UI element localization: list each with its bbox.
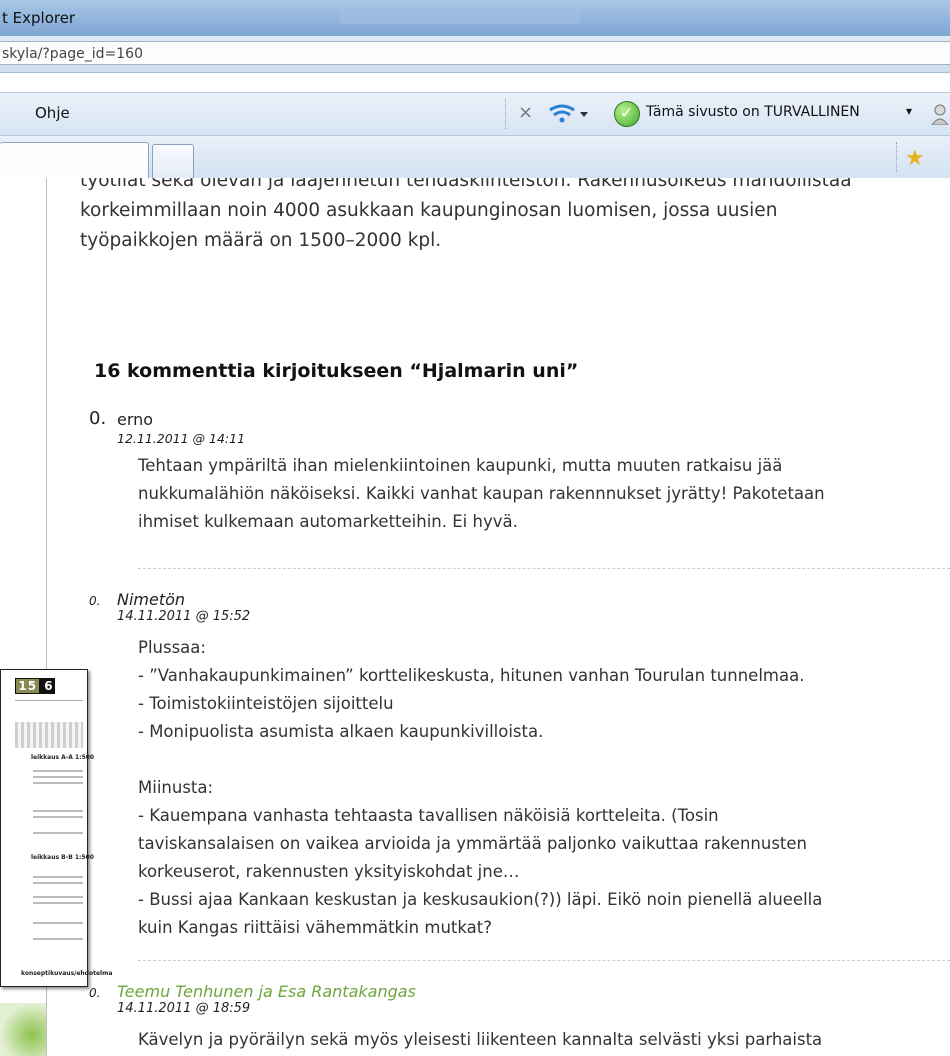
article-text: työtilat sekä olevan ja laajennetun tehd… (80, 178, 950, 256)
address-bar: skyla/?page_id=160 (0, 36, 950, 73)
comment-line: Tehtaan ympäriltä ihan mielenkiintoinen … (138, 456, 783, 475)
doc-text (33, 770, 83, 772)
comment-line: kuin Kangas riittäisi vähemmätkin mutkat… (138, 918, 492, 937)
close-icon[interactable]: × (518, 102, 533, 123)
window-title: t Explorer (2, 9, 76, 27)
article-line: työpaikkojen määrä on 1500–2000 kpl. (80, 230, 442, 251)
comment-date: 14.11.2011 @ 15:52 (117, 609, 251, 624)
article-line: työtilat sekä olevan ja laajennetun tehd… (80, 178, 852, 191)
comment-line: Kävelyn ja pyöräilyn sekä myös yleisesti… (138, 1030, 823, 1049)
comment-line: - Toimistokiinteistöjen sijoittelu (138, 694, 394, 713)
comment-line: taviskansalaisen on vaikea arvioida ja y… (138, 834, 808, 853)
menu-item-help[interactable]: Ohje (35, 104, 70, 122)
doc-section-drawing (15, 722, 83, 748)
tab-bar: ★ (0, 136, 950, 179)
doc-text (33, 832, 83, 834)
comment-line: - Monipuolista asumista alkaen kaupunkiv… (138, 722, 544, 741)
article-line: korkeimmillaan noin 4000 asukkaan kaupun… (80, 200, 778, 221)
new-tab-button[interactable] (152, 144, 194, 178)
favorites-star-icon[interactable]: ★ (905, 146, 925, 171)
comments-heading: 16 kommenttia kirjoitukseen “Hjalmarin u… (94, 360, 579, 382)
doc-text (33, 782, 83, 784)
doc-page-b: 6 (44, 679, 54, 693)
doc-label: leikkaus B-B 1:500 (31, 854, 94, 861)
comment-date: 12.11.2011 @ 14:11 (117, 431, 246, 446)
comment-body: Tehtaan ympäriltä ihan mielenkiintoinen … (138, 452, 950, 536)
overlay-document: 15 6 leikkaus A-A 1:500 leikkaus B-B 1:5… (0, 669, 112, 987)
doc-text (33, 882, 83, 884)
toolbar-separator (505, 99, 507, 129)
comment-author-link[interactable]: Teemu Tenhunen ja Esa Rantakangas (117, 982, 416, 1001)
comment-number: 0. (89, 986, 101, 1000)
doc-rule (15, 700, 83, 701)
comment-author: Nimetön (117, 590, 186, 609)
address-input[interactable]: skyla/?page_id=160 (0, 41, 950, 65)
user-icon[interactable] (930, 103, 950, 125)
comment-number: 0. (89, 408, 107, 429)
comment-divider (138, 960, 950, 961)
comment-line: korkeuserot, rakennusten yksityiskohdat … (138, 862, 520, 881)
doc-text (33, 938, 83, 940)
doc-page-a: 15 (16, 679, 40, 693)
menu-bar: Ohje × Tämä sivusto on TURVALLINEN ▾ (0, 92, 950, 136)
background-graphic (0, 1003, 46, 1056)
comment-body: Plussaa: - ”Vanhakaupunkimainen” korttel… (138, 634, 950, 942)
window-titlebar: t Explorer (0, 0, 950, 36)
comment-line (138, 746, 950, 774)
comment-date: 14.11.2011 @ 18:59 (117, 1001, 251, 1016)
comment-line: Plussaa: (138, 638, 206, 657)
security-check-icon[interactable] (614, 101, 640, 127)
doc-text (33, 776, 83, 778)
comment-number: 0. (89, 594, 101, 608)
doc-label: leikkaus A-A 1:500 (31, 754, 95, 761)
chevron-down-icon[interactable]: ▾ (906, 104, 912, 118)
doc-text (33, 896, 83, 898)
comment-divider (138, 568, 950, 569)
doc-text (33, 922, 83, 924)
doc-text (33, 876, 83, 878)
security-status[interactable]: Tämä sivusto on TURVALLINEN (646, 104, 860, 120)
title-ghost (340, 10, 580, 24)
comment-author: erno (117, 410, 154, 429)
tab-current[interactable] (0, 142, 149, 179)
comment-line: - Bussi ajaa Kankaan keskustan ja keskus… (138, 890, 823, 909)
wifi-icon[interactable] (546, 102, 590, 126)
doc-text (33, 816, 83, 818)
tabbar-separator (896, 142, 898, 172)
comment-line: - Kauempana vanhasta tehtaasta tavallise… (138, 806, 719, 825)
doc-label: konseptikuvaus/ehdotelma (21, 970, 113, 977)
doc-page-number: 15 6 (15, 678, 55, 694)
doc-text (33, 902, 83, 904)
comment-line: Miinusta: (138, 778, 214, 797)
comment-line: nukkumalähiön näköiseksi. Kaikki vanhat … (138, 484, 825, 503)
comment-line: ihmiset kulkemaan automarketteihin. Ei h… (138, 512, 518, 531)
comment-line: - ”Vanhakaupunkimainen” korttelikeskusta… (138, 666, 805, 685)
doc-text (33, 810, 83, 812)
page-content: työtilat sekä olevan ja laajennetun tehd… (0, 178, 950, 1056)
comment-body: Kävelyn ja pyöräilyn sekä myös yleisesti… (138, 1026, 950, 1054)
